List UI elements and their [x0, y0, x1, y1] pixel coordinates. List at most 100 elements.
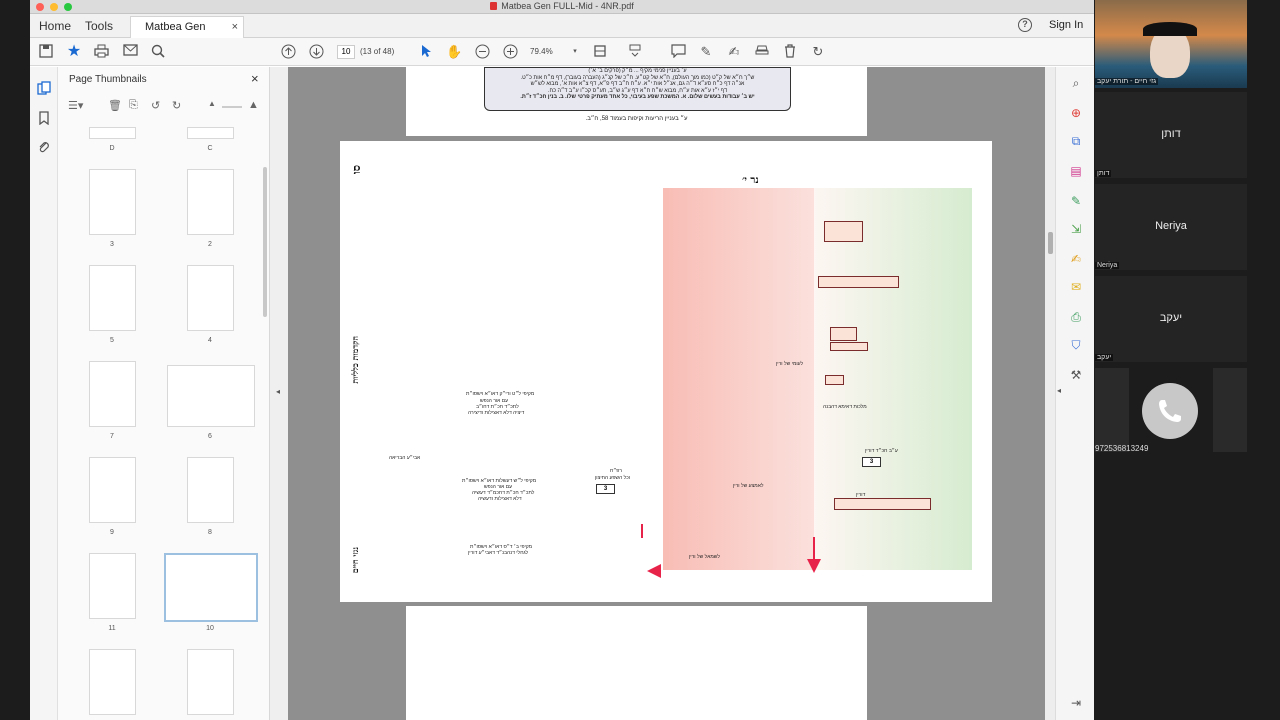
delete-icon[interactable] [782, 44, 798, 60]
diagram-box [825, 375, 844, 385]
page-thumbnail-selected[interactable] [164, 553, 258, 622]
rotate-icon[interactable]: ↻ [810, 44, 826, 60]
participant-tile[interactable]: Neriya Neriya [1095, 184, 1247, 270]
organize-pages-icon[interactable]: ▤ [1068, 163, 1084, 179]
diagram-box [830, 342, 868, 351]
window-title: Matbea Gen FULL-Mid - 4NR.pdf [30, 1, 1094, 11]
chevron-down-icon[interactable]: ▾ [567, 44, 583, 60]
page-thumbnail[interactable] [89, 649, 136, 715]
red-arrows [641, 524, 821, 578]
page-thumbnail[interactable] [89, 265, 136, 331]
zoom-level-select[interactable]: 79.4% [530, 47, 553, 56]
create-pdf-icon[interactable]: ⊕ [1068, 105, 1084, 121]
rotate-ccw-icon[interactable]: ↺ [151, 99, 160, 112]
bookmark-icon[interactable] [37, 111, 51, 126]
tab-tools[interactable]: Tools [85, 14, 113, 38]
print-icon[interactable] [93, 44, 109, 60]
number-box: 3 [862, 457, 881, 467]
edit-pdf-icon[interactable]: ✎ [1068, 193, 1084, 209]
save-icon[interactable] [38, 44, 54, 60]
next-page-icon[interactable] [308, 44, 324, 60]
diagram-box [834, 498, 931, 510]
hand-tool-icon[interactable]: ✋ [446, 44, 462, 60]
print-production-icon[interactable]: ⎙ [1068, 309, 1084, 325]
thumbnail-label: 11 [108, 625, 116, 632]
more-tools-icon[interactable]: ⚒ [1068, 367, 1084, 383]
thumbnails-scrollbar[interactable] [263, 167, 267, 317]
phone-call-button[interactable] [1142, 383, 1198, 439]
rotate-cw-icon[interactable]: ↻ [172, 99, 181, 112]
tab-bar: Home Tools Matbea Gen FULL...× ? Sign In [30, 14, 1094, 53]
collapse-panel-icon[interactable]: ◂ [276, 387, 280, 396]
comment-icon[interactable]: ✉ [1068, 279, 1084, 295]
host-video-tile[interactable]: גזי חיים - תורת יעקב [1095, 0, 1247, 88]
diagram-box [830, 327, 857, 341]
draw-icon[interactable]: ✍ [726, 44, 742, 60]
thumbnail-label: 3 [110, 241, 114, 248]
zoom-out-icon[interactable] [474, 44, 490, 60]
tab-document[interactable]: Matbea Gen FULL...× [130, 16, 244, 53]
stamp-icon[interactable] [754, 44, 770, 60]
fit-page-icon[interactable] [592, 44, 608, 60]
participant-tile[interactable]: דותן דותן [1095, 92, 1247, 178]
label-ayin-chet: ע״ב חכ״ד דורין [865, 448, 898, 454]
page-thumbnail[interactable] [89, 457, 136, 523]
close-panel-icon[interactable]: × [251, 71, 259, 86]
pdf-page-next [406, 606, 867, 720]
label-vekol: וכל השפע החיצון [595, 475, 631, 481]
attachment-icon[interactable] [37, 140, 51, 154]
page-thumbnail[interactable] [187, 169, 234, 235]
extract-page-icon[interactable]: ⎘ [129, 99, 138, 112]
participant-name: דותן [1161, 128, 1181, 140]
zoom-in-icon[interactable] [502, 44, 518, 60]
protect-icon[interactable]: ⛉ [1068, 337, 1084, 353]
participant-name: Neriya [1155, 220, 1187, 232]
sign-in-link[interactable]: Sign In [1049, 19, 1083, 31]
page-thumbnail[interactable] [187, 127, 234, 139]
delete-page-icon[interactable]: 🗑 [108, 99, 122, 112]
search-icon[interactable] [150, 44, 166, 60]
scroll-mode-icon[interactable] [627, 44, 643, 60]
page-number-input[interactable]: 10 [337, 45, 355, 59]
page-thumbnails-icon[interactable] [37, 81, 51, 95]
previous-page-icon[interactable] [280, 44, 296, 60]
smaller-thumbnails-icon[interactable]: ▲ [208, 99, 216, 108]
thumbnail-size-slider[interactable] [222, 106, 242, 108]
page-thumbnail[interactable] [89, 553, 136, 619]
collapse-right-pane-icon[interactable]: ◂ [1057, 386, 1061, 395]
help-icon[interactable]: ? [1018, 18, 1032, 32]
participant-label: דותן [1095, 170, 1112, 177]
comment-icon[interactable] [670, 44, 686, 60]
options-menu-icon[interactable]: ☰▾ [68, 99, 83, 112]
thumbnails-toolbar: ☰▾ 🗑 ⎘ ↺ ↻ ▲ ▲ [58, 95, 270, 119]
email-icon[interactable] [122, 44, 138, 60]
document-scrollbar[interactable] [1045, 67, 1055, 720]
export-pdf-icon[interactable]: ⇲ [1068, 221, 1084, 237]
page-thumbnail[interactable] [89, 361, 136, 427]
thumbnail-label: 10 [206, 625, 214, 632]
thumbnail-label: C [207, 145, 213, 152]
page-thumbnail[interactable] [187, 649, 234, 715]
panel-splitter[interactable]: ◂ [270, 67, 288, 720]
page-thumbnail[interactable] [89, 169, 136, 235]
participant-tile[interactable]: יעקב יעקב [1095, 276, 1247, 362]
combine-files-icon[interactable]: ⧉ [1068, 133, 1084, 149]
page-thumbnail[interactable] [187, 265, 234, 331]
tab-home[interactable]: Home [39, 14, 71, 38]
page-thumbnail[interactable] [187, 457, 234, 523]
video-call-panel: גזי חיים - תורת יעקב דותן דותן Neriya Ne… [1095, 0, 1247, 720]
page-thumbnail[interactable] [89, 127, 136, 139]
expand-pane-icon[interactable]: ⇥ [1068, 695, 1084, 711]
kippah-shape [1143, 22, 1197, 36]
box-line: אנ״ה דף כ״ח סע״א ד״ה גם, אנ״ל אות י״א. ע… [530, 81, 745, 87]
close-tab-icon[interactable]: × [232, 17, 238, 37]
thumbnail-label: 6 [208, 433, 212, 440]
star-icon[interactable]: ★ [66, 44, 82, 60]
fill-sign-icon[interactable]: ✍ [1068, 251, 1084, 267]
highlight-pen-icon[interactable]: ✎ [698, 44, 714, 60]
page-thumbnail[interactable] [167, 365, 255, 427]
search-icon[interactable]: ⌕ [1068, 75, 1084, 91]
larger-thumbnails-icon[interactable]: ▲ [248, 99, 259, 111]
scrollbar-thumb[interactable] [1048, 232, 1053, 254]
select-cursor-icon[interactable] [418, 44, 434, 60]
